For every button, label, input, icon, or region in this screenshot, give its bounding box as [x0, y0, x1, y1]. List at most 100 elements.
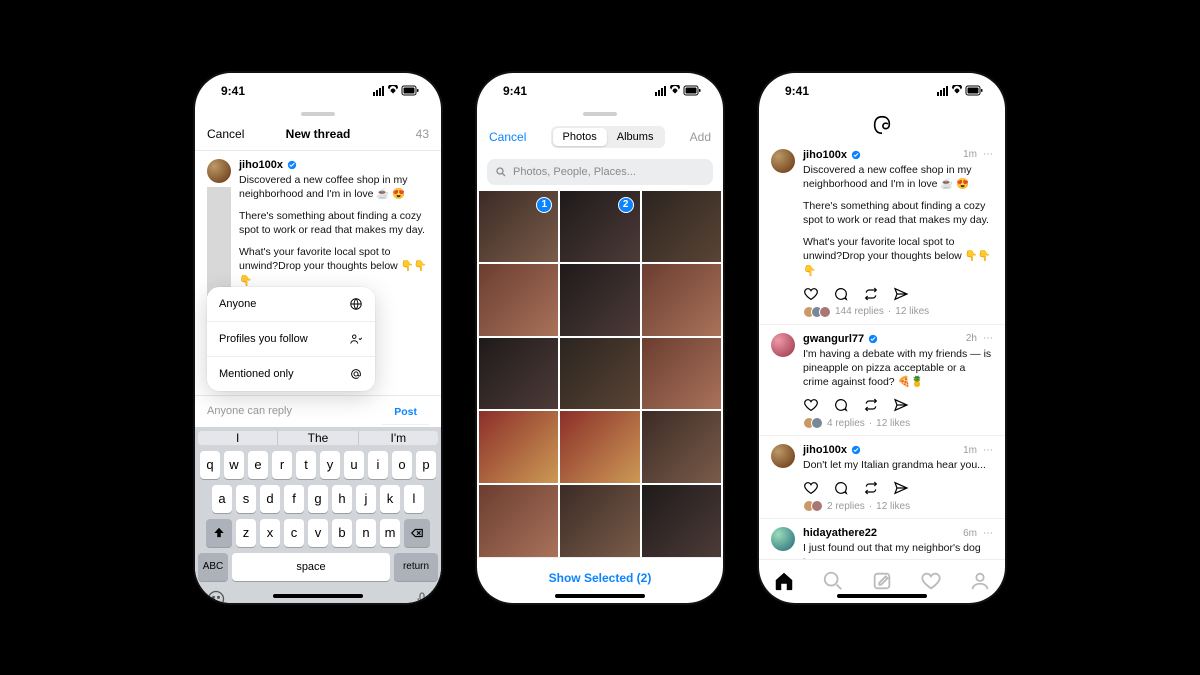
photo-thumb[interactable]: 1: [479, 191, 558, 263]
photo-thumb[interactable]: [479, 338, 558, 410]
like-icon[interactable]: [803, 286, 819, 302]
likes-count[interactable]: 12 likes: [895, 306, 929, 317]
post-more-icon[interactable]: ⋯: [983, 528, 993, 539]
sheet-handle[interactable]: [477, 109, 723, 119]
share-icon[interactable]: [893, 397, 909, 413]
threads-logo-icon[interactable]: [871, 114, 893, 136]
post-username[interactable]: jiho100x: [803, 149, 847, 161]
post-username[interactable]: gwangurl77: [803, 333, 864, 345]
picker-topbar: Cancel Photos Albums Add: [477, 119, 723, 155]
cancel-button[interactable]: Cancel: [207, 127, 257, 141]
share-icon[interactable]: [893, 480, 909, 496]
audience-anyone[interactable]: Anyone: [207, 287, 375, 322]
verified-icon: [851, 150, 861, 160]
feed-post[interactable]: hidayathere22 6m⋯ I just found out that …: [759, 519, 1005, 558]
tab-home-icon[interactable]: [773, 570, 795, 592]
photo-thumb[interactable]: [642, 485, 721, 557]
tab-new-post-icon[interactable]: [871, 570, 893, 592]
backspace-key[interactable]: [404, 519, 430, 547]
post-more-icon[interactable]: ⋯: [983, 445, 993, 456]
repost-icon[interactable]: [863, 286, 879, 302]
photo-thumb[interactable]: [560, 411, 639, 483]
audience-following[interactable]: Profiles you follow: [207, 322, 375, 357]
key-row-1[interactable]: qwertyuiop: [198, 451, 438, 479]
photo-thumb[interactable]: [479, 411, 558, 483]
feed-post[interactable]: gwangurl77 2h⋯ I'm having a debate with …: [759, 325, 1005, 437]
phone-photo-picker: 9:41 Cancel Photos Albums Add Photos, Pe…: [477, 73, 723, 603]
photo-thumb[interactable]: [479, 485, 558, 557]
segment-photos[interactable]: Photos: [553, 128, 607, 146]
keyboard-predictions[interactable]: I The I'm: [198, 431, 438, 445]
home-indicator[interactable]: [555, 594, 645, 598]
status-time: 9:41: [221, 84, 245, 98]
status-icons: [937, 84, 983, 98]
photo-thumb[interactable]: [642, 338, 721, 410]
picker-segmented[interactable]: Photos Albums: [551, 126, 666, 148]
sheet-handle[interactable]: [195, 109, 441, 119]
home-indicator[interactable]: [273, 594, 363, 598]
tab-search-icon[interactable]: [822, 570, 844, 592]
avatar[interactable]: [771, 149, 795, 173]
post-button[interactable]: Post: [382, 398, 429, 425]
repost-icon[interactable]: [863, 397, 879, 413]
feed-post[interactable]: jiho100x 1m ⋯ Discovered a new coffee sh…: [759, 141, 1005, 325]
audience-mentioned[interactable]: Mentioned only: [207, 357, 375, 391]
like-icon[interactable]: [803, 480, 819, 496]
segment-albums[interactable]: Albums: [607, 128, 664, 146]
feed-post[interactable]: jiho100x 1m⋯ Don't let my Italian grandm…: [759, 436, 1005, 519]
avatar[interactable]: [771, 527, 795, 551]
feed[interactable]: jiho100x 1m ⋯ Discovered a new coffee sh…: [759, 141, 1005, 559]
facepile[interactable]: [803, 306, 831, 318]
photo-thumb[interactable]: [642, 411, 721, 483]
share-icon[interactable]: [893, 286, 909, 302]
dictation-key-icon[interactable]: [414, 589, 430, 603]
space-key[interactable]: space: [232, 553, 390, 581]
reply-icon[interactable]: [833, 397, 849, 413]
search-icon: [495, 166, 507, 178]
picker-search[interactable]: Photos, People, Places...: [487, 159, 713, 185]
post-more-icon[interactable]: ⋯: [983, 149, 993, 160]
emoji-key-icon[interactable]: [206, 589, 226, 603]
keyboard[interactable]: I The I'm qwertyuiop asdfghjkl zxcvbnm A…: [195, 427, 441, 603]
picker-add-button[interactable]: Add: [690, 130, 711, 144]
return-key[interactable]: return: [394, 553, 438, 581]
photo-thumb[interactable]: [642, 264, 721, 336]
photo-thumb[interactable]: [560, 485, 639, 557]
key-row-4[interactable]: ABC space return: [198, 553, 438, 581]
avatar[interactable]: [771, 444, 795, 468]
replies-count[interactable]: 144 replies: [835, 306, 884, 317]
photo-thumb[interactable]: [560, 338, 639, 410]
verified-icon: [287, 160, 297, 170]
reply-settings-bar: Anyone can reply Post: [195, 395, 441, 427]
compose-textarea[interactable]: Discovered a new coffee shop in my neigh…: [239, 173, 429, 288]
post-more-icon[interactable]: ⋯: [983, 333, 993, 344]
selection-badge: 2: [618, 197, 634, 213]
reply-icon[interactable]: [833, 286, 849, 302]
show-selected-button[interactable]: Show Selected (2): [477, 557, 723, 599]
post-time: 1m: [963, 149, 977, 160]
key-row-2[interactable]: asdfghjkl: [198, 485, 438, 513]
phone-compose: 9:41 Cancel New thread 43 jiho100x Disco…: [195, 73, 441, 603]
composer-username[interactable]: jiho100x: [239, 159, 283, 171]
reply-icon[interactable]: [833, 480, 849, 496]
photo-thumb[interactable]: [479, 264, 558, 336]
home-indicator[interactable]: [837, 594, 927, 598]
picker-cancel-button[interactable]: Cancel: [489, 130, 526, 144]
compose-body: jiho100x Discovered a new coffee shop in…: [195, 151, 441, 395]
reply-hint[interactable]: Anyone can reply: [207, 405, 292, 417]
avatar[interactable]: [771, 333, 795, 357]
photo-thumb[interactable]: [642, 191, 721, 263]
photo-thumb[interactable]: 2: [560, 191, 639, 263]
abc-key[interactable]: ABC: [198, 553, 228, 581]
search-placeholder: Photos, People, Places...: [513, 166, 636, 178]
key-row-3[interactable]: zxcvbnm: [198, 519, 438, 547]
status-bar: 9:41: [477, 73, 723, 109]
repost-icon[interactable]: [863, 480, 879, 496]
photo-grid[interactable]: 1 2: [477, 191, 723, 557]
shift-key[interactable]: [206, 519, 232, 547]
avatar[interactable]: [207, 159, 231, 183]
photo-thumb[interactable]: [560, 264, 639, 336]
tab-profile-icon[interactable]: [969, 570, 991, 592]
like-icon[interactable]: [803, 397, 819, 413]
tab-activity-icon[interactable]: [920, 570, 942, 592]
